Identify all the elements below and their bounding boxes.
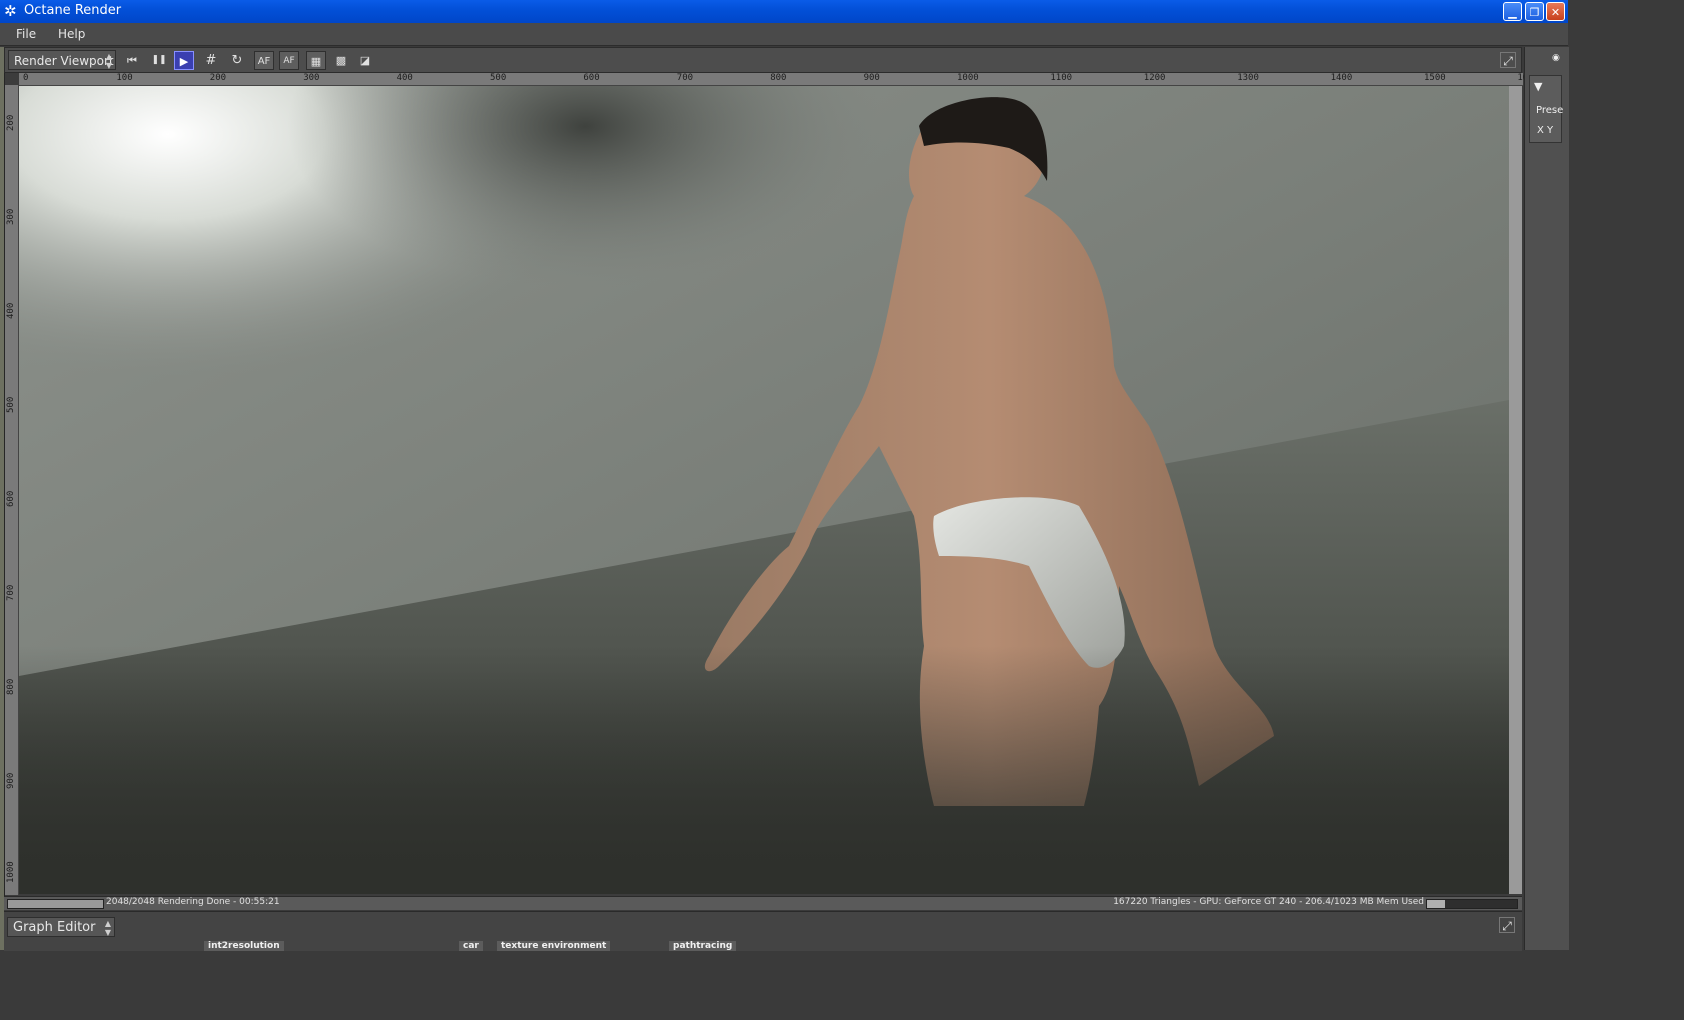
collapse-triangle-icon[interactable]: ▼ <box>1534 80 1542 93</box>
minimize-button[interactable]: ▁ <box>1503 2 1522 21</box>
ruler-tick-label: 300 <box>6 208 16 225</box>
node-inspector-panel: ◉ ▼ Prese X Y <box>1524 47 1569 950</box>
preset-label: Prese <box>1536 105 1564 116</box>
ruler-tick-label: 800 <box>770 73 787 83</box>
ruler-tick-label: 100 <box>116 73 133 83</box>
maximize-button[interactable]: ❐ <box>1525 2 1544 21</box>
ruler-tick-label: 600 <box>6 490 16 507</box>
checker-icon: ▩ <box>335 54 347 67</box>
ruler-tick-label: 500 <box>490 73 507 83</box>
af-icon: AF <box>257 56 271 67</box>
ruler-tick-label: 0 <box>23 73 29 83</box>
play-icon: ▶ <box>179 55 189 68</box>
viewport-select[interactable]: Render Viewport ▲ ▼ <box>8 50 116 70</box>
alpha-button[interactable]: ◪ <box>355 51 375 70</box>
graph-node[interactable]: car <box>459 941 483 951</box>
updown-arrow-icon: ▲ ▼ <box>104 919 111 937</box>
clay-mode-button[interactable]: ▦ <box>306 51 326 70</box>
memory-usage-bar <box>1426 899 1518 909</box>
render-toolbar: Render Viewport ▲ ▼ ⏮ ❚❚ ▶ # ↻ AF AF ▦ ▩ … <box>4 47 1522 73</box>
checker-button[interactable]: ▩ <box>331 51 351 70</box>
window-title: Octane Render <box>24 3 122 18</box>
pause-icon: ❚❚ <box>151 55 167 65</box>
octane-logo-icon: ✲ <box>4 2 17 20</box>
xy-label: X Y <box>1537 125 1554 136</box>
refresh-icon: ↻ <box>231 53 243 68</box>
restart-render-button[interactable]: ⏮ <box>122 51 142 70</box>
ruler-tick-label: 900 <box>863 73 880 83</box>
close-button[interactable]: ✕ <box>1546 2 1565 21</box>
render-viewport[interactable]: 0 100 200 300 400 500 600 700 800 900 1000 1100 1200… <box>4 73 1528 897</box>
render-progress-fill <box>8 900 103 908</box>
updown-arrow-icon: ▲ ▼ <box>105 52 112 70</box>
rendered-figure-image <box>19 86 1509 894</box>
title-bar: ✲ Octane Render ▁ ❐ ✕ <box>0 0 1568 23</box>
memory-usage-fill <box>1427 900 1445 908</box>
expand-viewport-icon[interactable]: ⤢ <box>1500 52 1516 68</box>
half-square-icon: ◪ <box>359 54 371 67</box>
render-status-text: 2048/2048 Rendering Done - 00:55:21 <box>106 897 280 907</box>
hash-grid-icon: # <box>205 53 217 68</box>
ruler-tick-label: 1000 <box>6 861 16 883</box>
render-progress-bar <box>7 899 104 909</box>
graph-editor-select[interactable]: Graph Editor ▲ ▼ <box>7 917 115 937</box>
expand-graph-editor-icon[interactable]: ⤢ <box>1499 917 1515 933</box>
preset-box[interactable]: ▼ Prese X Y <box>1529 75 1564 143</box>
region-render-button[interactable]: # <box>201 51 221 70</box>
vertical-ruler: 200 300 400 500 600 700 800 900 1000 <box>5 85 19 895</box>
ruler-tick-label: 500 <box>6 396 16 413</box>
ruler-tick-label: 1200 <box>1143 73 1166 83</box>
pin-icon[interactable]: ◉ <box>1552 53 1560 63</box>
viewport-scrollbar[interactable] <box>1509 86 1522 894</box>
ruler-tick-label: 900 <box>6 772 16 789</box>
start-render-button[interactable]: ▶ <box>174 51 194 70</box>
ruler-tick-label: 1500 <box>1424 73 1446 83</box>
menu-file[interactable]: File <box>16 27 36 41</box>
refresh-button[interactable]: ↻ <box>227 51 247 70</box>
graph-node[interactable]: int2resolution <box>204 941 284 951</box>
autofocus-picker-button[interactable]: AF <box>279 51 299 70</box>
graph-node[interactable]: pathtracing <box>669 941 737 951</box>
graph-editor-panel: Graph Editor ▲ ▼ ⤢ int2resolution car tex… <box>4 911 1522 951</box>
af-picker-icon: AF <box>283 56 295 66</box>
ruler-tick-label: 400 <box>6 302 16 319</box>
ruler-tick-label: 300 <box>303 73 320 83</box>
gpu-status-text: 167220 Triangles - GPU: GeForce GT 240 -… <box>1113 897 1424 907</box>
ruler-tick-label: 200 <box>209 73 227 83</box>
ruler-tick-label: 1300 <box>1237 73 1259 83</box>
ruler-tick-label: 1100 <box>1050 73 1073 83</box>
autofocus-button[interactable]: AF <box>254 51 274 70</box>
menu-help[interactable]: Help <box>58 27 85 41</box>
ruler-tick-label: 700 <box>676 73 694 83</box>
ruler-tick-label: 700 <box>6 584 16 601</box>
pause-render-button[interactable]: ❚❚ <box>149 51 169 70</box>
graph-node[interactable]: texture environment <box>497 941 611 951</box>
render-image[interactable] <box>19 86 1509 894</box>
ruler-tick-label: 800 <box>6 678 16 695</box>
ruler-tick-label: 200 <box>6 114 16 131</box>
viewport-select-label: Render Viewport <box>14 54 114 68</box>
ruler-tick-label: 400 <box>396 73 413 83</box>
square-icon: ▦ <box>310 55 322 68</box>
horizontal-ruler: 0 100 200 300 400 500 600 700 800 900 1000 1100 1200… <box>19 73 1528 86</box>
ruler-tick-label: 1000 <box>957 73 979 83</box>
status-bar: 2048/2048 Rendering Done - 00:55:21 1672… <box>4 896 1522 910</box>
ruler-tick-label: 1400 <box>1330 73 1353 83</box>
menu-bar: File Help <box>0 23 1568 46</box>
skip-back-icon: ⏮ <box>127 54 137 67</box>
ruler-tick-label: 600 <box>583 73 600 83</box>
graph-editor-label: Graph Editor <box>13 920 96 935</box>
